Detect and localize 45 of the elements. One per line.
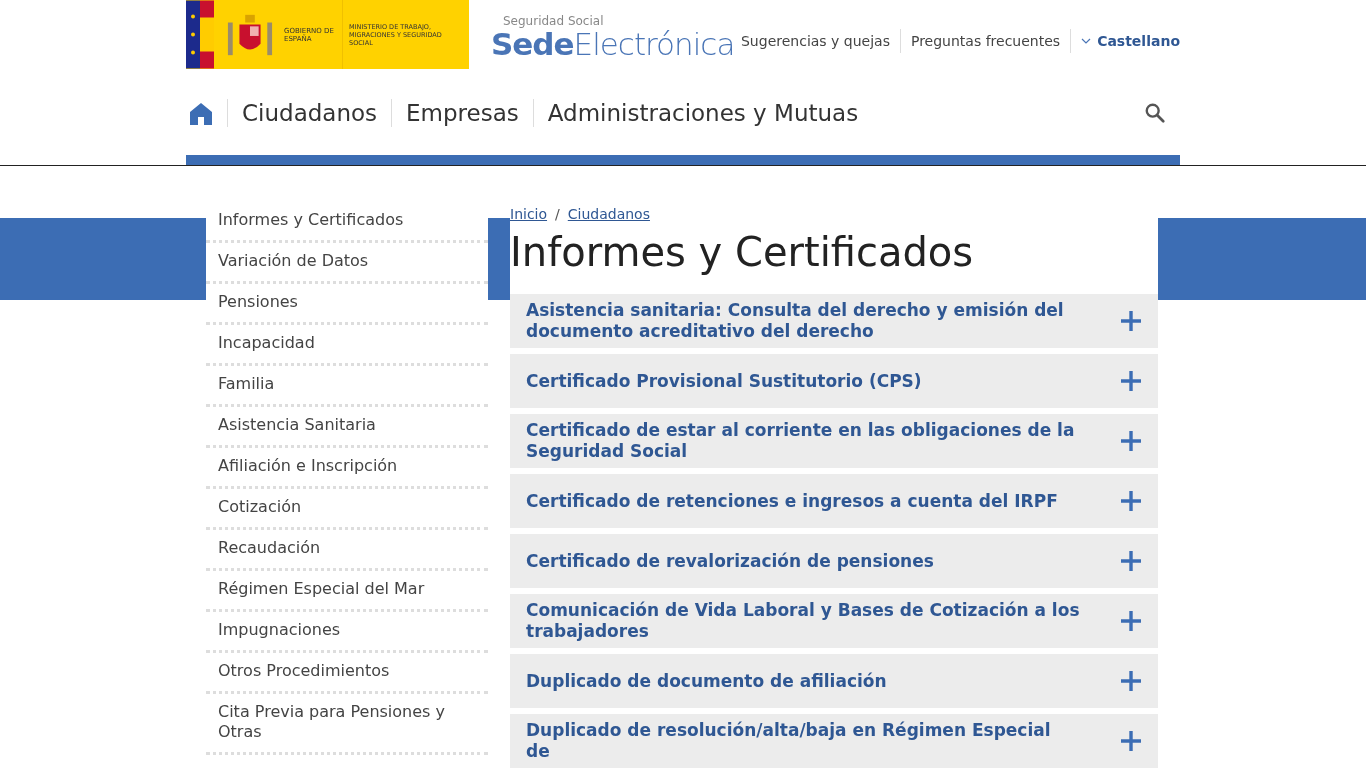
accordion-item[interactable]: Duplicado de documento de afiliación [510, 654, 1158, 708]
chevron-down-icon [1081, 38, 1092, 44]
sidebar-link[interactable]: Régimen Especial del Mar [206, 571, 488, 612]
accordion-item[interactable]: Duplicado de resolución/alta/baja en Régimen Especial de [510, 714, 1158, 768]
plus-icon [1120, 430, 1142, 452]
language-selector[interactable]: Castellano [1097, 33, 1180, 49]
sidebar-link[interactable]: Cotización [206, 489, 488, 530]
plus-icon [1120, 730, 1142, 752]
sidebar-link[interactable]: Cita Previa para Pensiones y Otras [206, 694, 488, 755]
breadcrumb-separator: / [555, 206, 560, 222]
search-icon[interactable] [1144, 101, 1166, 124]
header-link[interactable]: Sugerencias y quejas [741, 33, 890, 49]
flag-icon [186, 0, 214, 69]
plus-icon [1120, 370, 1142, 392]
plus-icon [1120, 610, 1142, 632]
sidebar-link[interactable]: Recaudación [206, 530, 488, 571]
plus-icon [1120, 550, 1142, 572]
accordion-item[interactable]: Certificado de retenciones e ingresos a cuenta del IRPF [510, 474, 1158, 528]
sidebar-link[interactable]: Incapacidad [206, 325, 488, 366]
home-icon[interactable] [189, 100, 213, 125]
breadcrumb-link[interactable]: Ciudadanos [567, 206, 650, 222]
sidebar-link[interactable]: Impugnaciones [206, 612, 488, 653]
sidebar-link[interactable]: Afiliación e Inscripción [206, 448, 488, 489]
sidebar-link[interactable]: Otros Procedimientos [206, 653, 488, 694]
accordion-item[interactable]: Certificado de revalorización de pensiones [510, 534, 1158, 588]
breadcrumb-link[interactable]: Inicio [510, 206, 548, 222]
nav-link[interactable]: Ciudadanos [242, 99, 378, 126]
site-logo[interactable]: SedeElectrónica [491, 27, 735, 61]
sidebar-link[interactable]: Informes y Certificados [206, 202, 488, 243]
plus-icon [1120, 310, 1142, 332]
page-title: Informes y Certificados [510, 228, 975, 276]
accordion-item[interactable]: Asistencia sanitaria: Consulta del derecho y emisión del documento acreditativo del derecho [510, 294, 1158, 348]
sidebar-link[interactable]: Variación de Datos [206, 243, 488, 284]
accordion-item[interactable]: Certificado de estar al corriente en las obligaciones de la Seguridad Social [510, 414, 1158, 468]
accordion-item[interactable]: Comunicación de Vida Laboral y Bases de Cotización a los trabajadores [510, 594, 1158, 648]
sidebar-link[interactable]: Familia [206, 366, 488, 407]
sidebar-link[interactable]: Pensiones [206, 284, 488, 325]
nav-link[interactable]: Empresas [406, 99, 519, 126]
logo-subtitle: Seguridad Social [503, 15, 605, 27]
nav-link[interactable]: Administraciones y Mutuas [547, 99, 859, 126]
header-link[interactable]: Preguntas frecuentes [910, 33, 1061, 49]
sidebar-link[interactable]: Asistencia Sanitaria [206, 407, 488, 448]
plus-icon [1120, 670, 1142, 692]
accordion-item[interactable]: Certificado Provisional Sustitutorio (CPS) [510, 354, 1158, 408]
plus-icon [1120, 490, 1142, 512]
